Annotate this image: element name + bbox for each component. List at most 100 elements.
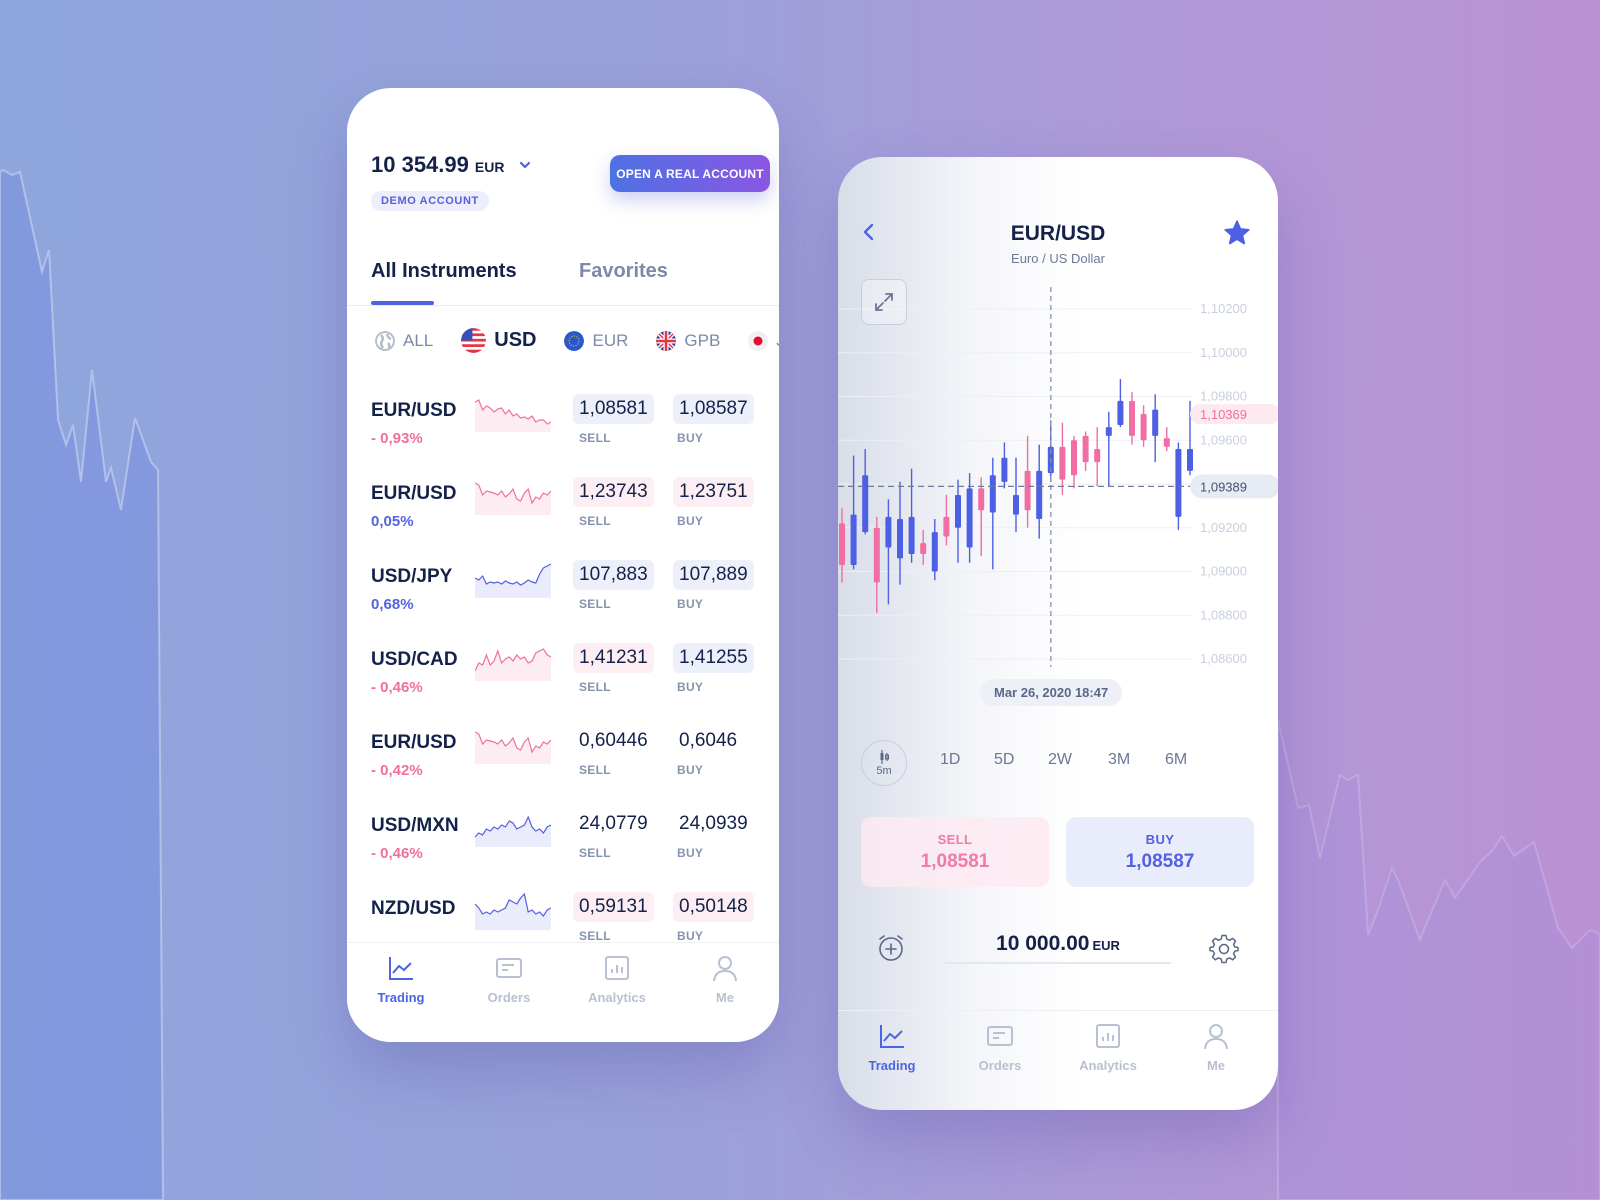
candle xyxy=(1105,411,1112,487)
sell-price[interactable]: 24,0779 xyxy=(573,809,654,839)
candle-body xyxy=(978,488,985,511)
sell-price[interactable]: 1,23743 xyxy=(573,477,654,507)
instrument-row[interactable]: USD/JPY 0,68% 107,883 107,889 SELL BUY xyxy=(347,560,779,649)
tab-label: Analytics xyxy=(1079,1058,1137,1073)
instrument-row[interactable]: EUR/USD - 0,93% 1,08581 1,08587 SELL BUY xyxy=(347,394,779,483)
filter-eur[interactable]: EUR xyxy=(564,330,628,351)
filter-label: ALL xyxy=(403,330,434,350)
candle-body xyxy=(850,514,857,565)
tab-favorites[interactable]: Favorites xyxy=(579,260,668,283)
fullscreen-button[interactable] xyxy=(861,279,907,325)
instrument-change: - 0,46% xyxy=(371,845,423,862)
tab-me[interactable]: Me xyxy=(680,953,770,1007)
instrument-row[interactable]: USD/MXN - 0,46% 24,0779 24,0939 SELL BUY xyxy=(347,813,779,898)
y-tick-label: 1,08600 xyxy=(1200,651,1247,666)
open-real-account-button[interactable]: OPEN A REAL ACCOUNT xyxy=(610,155,770,192)
instrument-list: EUR/USD - 0,93% 1,08581 1,08587 SELL BUY EUR/U… xyxy=(347,384,779,944)
instrument-row[interactable]: NZD/USD 0,59131 0,50148 SELL BUY xyxy=(347,892,779,944)
candle-body xyxy=(1001,457,1008,482)
tab-analytics[interactable]: Analytics xyxy=(572,953,662,1007)
instrument-pair: NZD/USD xyxy=(371,898,456,919)
eu-flag-icon xyxy=(564,330,585,351)
buy-price: 1,08587 xyxy=(1125,850,1195,872)
y-tick-label: 1,09200 xyxy=(1200,520,1247,535)
interval-selector[interactable]: 5m xyxy=(861,740,907,786)
trade-amount-input[interactable]: 10 000.00 EUR xyxy=(945,932,1171,964)
candle xyxy=(850,455,857,570)
chevron-down-icon[interactable] xyxy=(518,158,532,172)
instrument-row[interactable]: USD/CAD - 0,46% 1,41231 1,41255 SELL BUY xyxy=(347,643,779,732)
sparkline-chart xyxy=(475,399,551,432)
filter-all[interactable]: ALL xyxy=(375,330,434,351)
buy-label: BUY xyxy=(677,680,704,694)
add-alert-icon[interactable] xyxy=(876,933,906,963)
expand-icon xyxy=(875,293,893,311)
filter-usd[interactable]: USD xyxy=(461,328,536,353)
buy-price[interactable]: 1,41255 xyxy=(673,643,754,673)
sell-label: SELL xyxy=(579,514,611,528)
instrument-title: EUR/USD xyxy=(1010,222,1106,245)
buy-price[interactable]: 0,50148 xyxy=(673,892,754,922)
tab-trading[interactable]: Trading xyxy=(356,953,446,1007)
period-3m[interactable]: 3M xyxy=(1108,751,1130,769)
sparkline-chart xyxy=(475,482,551,515)
sell-price[interactable]: 0,59131 xyxy=(573,892,654,922)
y-tick-label: 1,08800 xyxy=(1200,607,1247,622)
instrument-pair: USD/CAD xyxy=(371,649,458,670)
favorite-star-icon[interactable] xyxy=(1223,219,1251,247)
sell-price[interactable]: 1,08581 xyxy=(573,394,654,424)
buy-label: BUY xyxy=(677,763,704,777)
sell-button[interactable]: SELL 1,08581 xyxy=(861,817,1049,887)
balance-amount: 10 354.99 xyxy=(371,152,469,177)
buy-price[interactable]: 1,23751 xyxy=(673,477,754,507)
period-2w[interactable]: 2W xyxy=(1048,751,1072,769)
tab-me[interactable]: Me xyxy=(1171,1021,1261,1075)
settings-gear-icon[interactable] xyxy=(1209,934,1239,964)
filter-gbp[interactable]: GPB xyxy=(656,330,720,351)
sell-price[interactable]: 107,883 xyxy=(573,560,654,590)
tab-analytics[interactable]: Analytics xyxy=(1063,1021,1153,1075)
buy-label: BUY xyxy=(677,929,704,943)
candle-body xyxy=(1082,435,1089,463)
candle xyxy=(1013,457,1019,533)
balance-selector[interactable]: 10 354.99 EUR xyxy=(371,152,532,178)
sell-price: 1,08581 xyxy=(920,850,990,872)
candle xyxy=(1001,442,1008,489)
crosshair-date-label: Mar 26, 2020 18:47 xyxy=(980,679,1123,706)
instrument-row[interactable]: EUR/USD - 0,42% 0,60446 0,6046 SELL BUY xyxy=(347,730,779,815)
period-6m[interactable]: 6M xyxy=(1165,751,1187,769)
tab-trading[interactable]: Trading xyxy=(847,1021,937,1075)
sell-price[interactable]: 0,60446 xyxy=(573,726,654,756)
instrument-pair: USD/JPY xyxy=(371,566,453,587)
chart-line-icon xyxy=(880,1025,904,1048)
buy-price[interactable]: 1,08587 xyxy=(673,394,754,424)
instrument-row[interactable]: EUR/USD 0,05% 1,23743 1,23751 SELL BUY xyxy=(347,477,779,566)
tab-orders[interactable]: Orders xyxy=(955,1021,1045,1075)
sell-price[interactable]: 1,41231 xyxy=(573,643,654,673)
period-5d[interactable]: 5D xyxy=(994,751,1014,769)
instrument-detail-screen: EUR/USD Euro / US Dollar 1,10200 1,10000 1… xyxy=(838,157,1278,1110)
candle-icon xyxy=(880,750,889,764)
buy-price[interactable]: 0,6046 xyxy=(673,726,743,756)
candle-body xyxy=(908,516,915,554)
buy-price[interactable]: 24,0939 xyxy=(673,809,754,839)
candle-body xyxy=(1013,494,1019,515)
buy-button[interactable]: BUY 1,08587 xyxy=(1066,817,1254,887)
user-icon xyxy=(1204,1024,1228,1050)
buy-label: BUY xyxy=(1145,831,1175,847)
buy-price[interactable]: 107,889 xyxy=(673,560,754,590)
period-1d[interactable]: 1D xyxy=(940,751,960,769)
tab-all-instruments[interactable]: All Instruments xyxy=(371,260,517,283)
high-price-label: 1,10369 xyxy=(1200,407,1247,422)
bottom-tab-bar: Trading Orders Analytics Me xyxy=(347,942,779,1042)
candle-body xyxy=(989,475,996,513)
orders-icon xyxy=(496,958,522,978)
candle xyxy=(908,468,915,563)
buy-label: BUY xyxy=(677,846,704,860)
candlestick-chart[interactable]: 1,10200 1,10000 1,09800 1,09600 1,09200 1,090… xyxy=(838,287,1278,687)
tab-orders[interactable]: Orders xyxy=(464,953,554,1007)
instrument-pair: EUR/USD xyxy=(371,400,457,421)
globe-icon xyxy=(375,330,395,351)
filter-label: USD xyxy=(494,329,537,351)
filter-jpy[interactable]: JPY xyxy=(748,330,779,351)
